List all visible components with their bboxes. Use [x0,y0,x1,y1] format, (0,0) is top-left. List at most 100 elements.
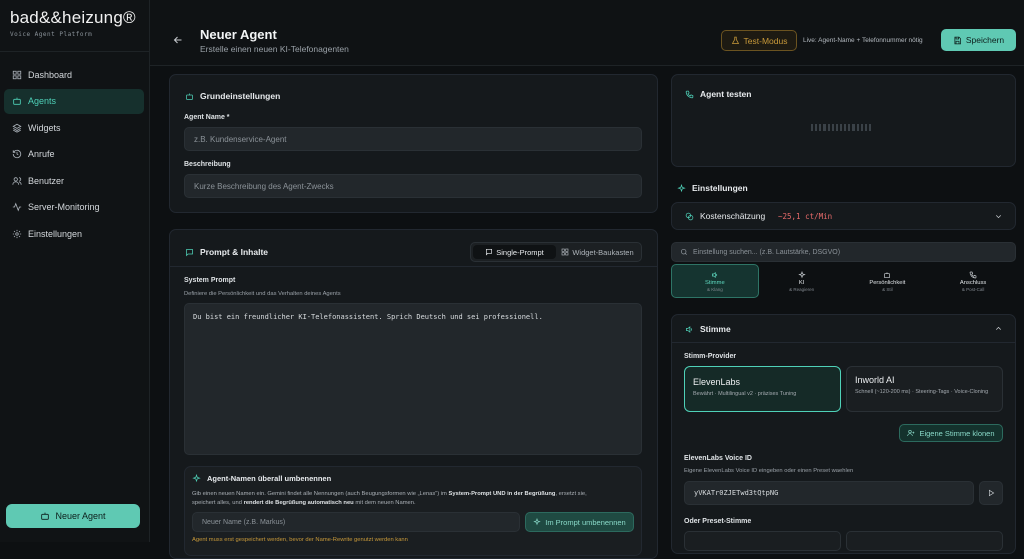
sidebar-item-label: Benutzer [28,175,65,186]
play-icon [989,489,995,497]
description-label: Beschreibung [184,161,231,168]
sidebar-item-label: Einstellungen [28,228,83,239]
activity-icon [12,202,22,212]
voice-id-hint: Eigene ElevenLabs Voice ID eingeben oder… [684,468,854,474]
page-title: Neuer Agent [200,27,277,42]
agent-name-label: Agent Name * [184,114,230,121]
system-prompt-textarea[interactable]: Du bist ein freundlicher KI-Telefonassis… [184,303,642,455]
message-icon [186,248,193,256]
volume-icon [686,325,692,333]
tab-stimme[interactable]: Stimme & Klang [671,264,759,298]
sidebar-item-widgets[interactable]: Widgets [4,115,144,140]
gear-icon [12,229,22,238]
rename-warning: Agent muss erst gespeichert werden, bevo… [192,537,408,543]
save-icon [954,36,961,44]
bot-icon [186,93,193,100]
history-icon [12,149,22,159]
provider-elevenlabs[interactable]: ElevenLabs Bewährt · Multilingual v2 · p… [684,366,841,412]
description-input[interactable]: Kurze Beschreibung des Agent-Zwecks [184,174,642,198]
bot-icon [884,271,891,278]
save-button[interactable]: Speichern [941,29,1016,51]
arrow-left-icon [173,36,182,44]
rename-description: Gib einen neuen Namen ein. Gemini findet… [192,491,587,507]
sidebar-item-label: Dashboard [28,69,73,80]
user-plus-icon [907,430,915,437]
clone-voice-button[interactable]: Eigene Stimme klonen [899,424,1003,442]
brand-logo[interactable]: bad&&heizung® [10,8,136,28]
settings-search-input[interactable]: Einstellung suchen... (z.B. Lautstärke, … [671,242,1016,262]
single-prompt-tab[interactable]: Single-Prompt [473,245,556,259]
system-prompt-label: System Prompt [184,277,236,284]
back-button[interactable] [172,33,186,47]
test-mode-label: Test-Modus [743,35,788,46]
page-subtitle: Erstelle einen neuen KI-Telefonagenten [200,44,349,54]
test-mode-button[interactable]: Test-Modus [721,30,797,51]
voice-id-label: ElevenLabs Voice ID [684,455,752,462]
prompt-title: Prompt & Inhalte [185,247,268,257]
voice-play-button[interactable] [979,481,1003,505]
save-label: Speichern [965,35,1005,45]
preset-voice-label: Oder Preset-Stimme [684,518,752,525]
sidebar-item-anrufe[interactable]: Anrufe [4,142,144,167]
rename-button[interactable]: Im Prompt umbenennen [525,512,634,532]
basic-settings-title: Grundeinstellungen [185,91,280,101]
phone-icon [969,271,977,278]
provider-inworld[interactable]: Inworld AI Schnell (~120-200 ms) · Steer… [846,366,1003,412]
sidebar-item-einstellungen[interactable]: Einstellungen [4,221,144,246]
cost-estimate-value: ~25,1 ct/Min [778,212,833,221]
sidebar-divider [0,51,150,52]
agent-test-title: Agent testen [685,89,751,99]
sidebar-item-label: Agents [28,96,57,106]
tab-anschluss[interactable]: Anschluss & Post-Call [930,264,1016,298]
search-icon [681,249,687,255]
agent-test-card [671,74,1016,167]
tab-ki[interactable]: KI & Reagieren [759,264,845,298]
grid-icon [562,248,569,256]
prompt-mode-toggle: Single-Prompt Widget-Baukasten [470,242,642,262]
voice-divider [672,342,1015,343]
layers-icon [12,123,22,133]
sidebar: bad&&heizung® Voice Agent Platform Dashb… [0,0,150,542]
widget-builder-tab[interactable]: Widget-Baukasten [556,245,639,259]
chevron-up-icon[interactable] [994,324,1003,333]
brand-subtitle: Voice Agent Platform [10,31,93,38]
sidebar-item-label: Widgets [28,122,61,133]
sidebar-item-label: Anrufe [28,149,55,159]
preset-voice-option[interactable] [684,531,841,551]
chevron-down-icon[interactable] [994,212,1003,221]
sparkle-icon [677,183,686,192]
volume-icon [711,271,717,278]
bot-icon [41,512,50,520]
new-agent-button[interactable]: Neuer Agent [6,504,140,528]
phone-icon [685,90,694,98]
bot-icon [13,97,21,105]
sidebar-item-benutzer[interactable]: Benutzer [4,168,144,193]
audio-waveform [811,124,872,131]
voice-id-input[interactable]: yVKATr0ZJETwd3tQtpNG [684,481,974,505]
sidebar-nav: Dashboard Agents Widgets Anrufe Benutzer… [4,62,144,248]
page-header: Neuer Agent Erstelle einen neuen KI-Tele… [150,0,1024,66]
preset-voice-option[interactable] [846,531,1003,551]
flask-icon [731,36,739,44]
rename-input[interactable]: Neuer Name (z.B. Markus) [192,512,520,532]
voice-provider-label: Stimm-Provider [684,353,737,360]
settings-tabs: Stimme & Klang KI & Reagieren Persönlich… [671,264,1016,298]
new-agent-label: Neuer Agent [55,511,106,521]
sparkle-icon [192,474,201,483]
live-hint: Live: Agent-Name + Telefonnummer nötig [803,37,923,44]
agent-name-input[interactable]: z.B. Kundenservice-Agent [184,127,642,151]
tab-persoenlichkeit[interactable]: Persönlichkeit & Stil [845,264,931,298]
coins-icon [685,212,694,220]
sidebar-item-label: Server-Monitoring [28,202,100,212]
message-icon [486,249,493,256]
sidebar-item-server-monitoring[interactable]: Server-Monitoring [4,195,144,220]
system-prompt-hint: Definiere die Persönlichkeit und das Ver… [184,291,341,297]
prompt-divider [170,266,657,267]
sparkle-icon [797,270,806,278]
users-icon [12,176,22,185]
sparkle-icon [533,518,541,526]
sidebar-item-agents[interactable]: Agents [4,88,144,114]
grid-icon [12,70,22,79]
sidebar-item-dashboard[interactable]: Dashboard [4,62,144,87]
settings-heading: Einstellungen [677,183,748,193]
